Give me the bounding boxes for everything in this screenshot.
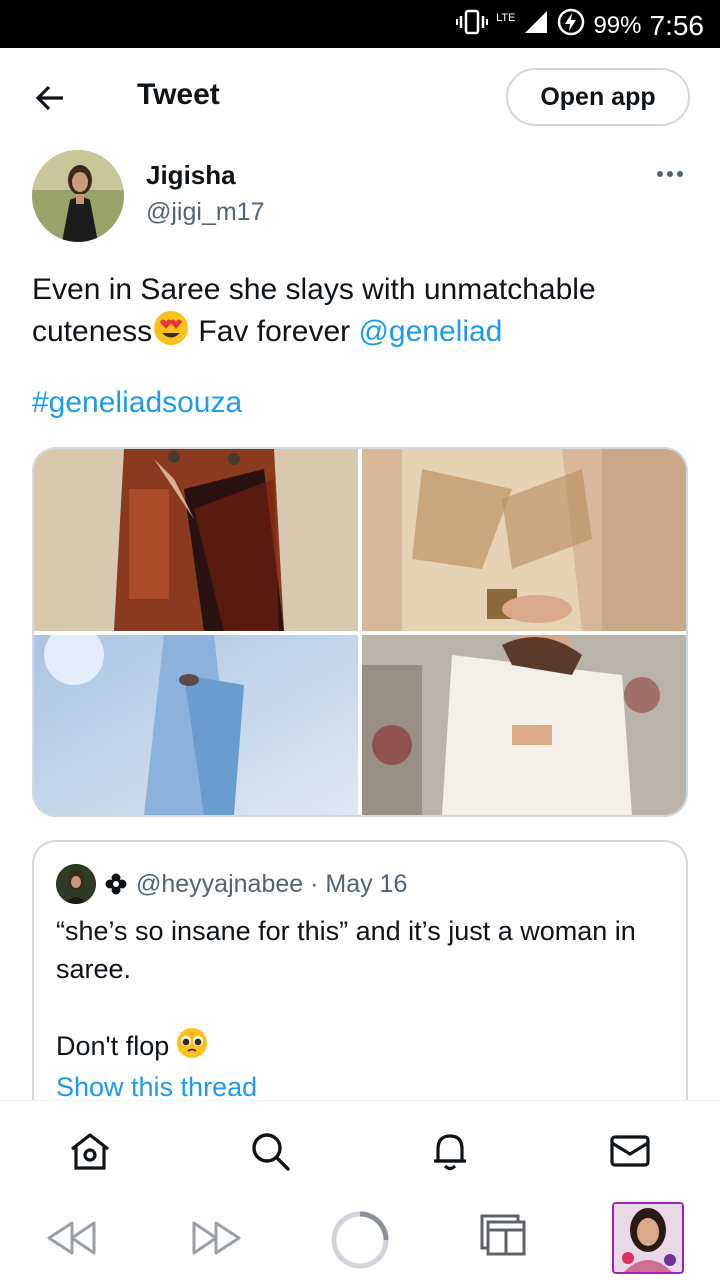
notifications-icon[interactable] [428,1129,472,1173]
mention-link[interactable]: @geneliad [358,315,502,348]
quoted-text-line2: Don't flop [56,1026,209,1070]
quoted-text-line1: “she’s so insane for this” and it’s just… [56,916,636,984]
signal-icon [523,9,549,42]
browser-navigation-bar [0,1196,720,1280]
status-bar: LTE 99% 7:56 [0,0,720,48]
quoted-author-avatar [56,864,96,904]
author-avatar[interactable] [32,150,124,242]
clock: 7:56 [649,9,705,41]
network-type: LTE [496,11,516,24]
tweet-text: Even in Saree she slays with unmatchable… [32,270,688,357]
profile-avatar[interactable] [612,1202,684,1274]
tweet-text-part2: Fav forever [190,314,359,348]
author-handle[interactable]: @jigi_m17 [146,198,264,227]
media-image-3[interactable] [34,635,358,815]
page-title: Tweet [137,78,220,111]
bottom-navigation [0,1100,720,1196]
quoted-handle-date: @heyyajnabee · May 16 [136,870,408,898]
home-icon[interactable] [68,1129,112,1173]
search-icon[interactable] [248,1129,292,1173]
more-dots-icon [657,171,683,177]
battery-charging-icon [557,8,585,43]
more-options-button[interactable] [652,162,688,186]
vibrate-icon [456,9,489,42]
tabs-icon[interactable] [478,1212,528,1263]
media-image-1[interactable] [34,449,358,631]
media-image-2[interactable] [362,449,686,631]
back-icon[interactable] [46,1220,98,1261]
author-name[interactable]: Jigisha [146,160,236,191]
show-thread-link[interactable]: Show this thread [56,1072,257,1103]
heart-eyes-emoji-icon [152,309,190,357]
hashtag-link[interactable]: #geneliadsouza [32,386,242,420]
tweet-media-grid [32,447,688,817]
media-image-4[interactable] [362,635,686,815]
flower-badge-icon [104,872,128,896]
messages-icon[interactable] [608,1129,652,1173]
reload-icon[interactable] [330,1210,390,1275]
quoted-text-line2-label: Don't flop [56,1031,170,1062]
open-app-button[interactable]: Open app [506,68,690,126]
pleading-face-emoji-icon [175,1026,209,1070]
back-button[interactable] [32,80,68,116]
forward-icon[interactable] [190,1220,242,1261]
quoted-tweet[interactable]: @heyyajnabee · May 16 “she’s so insane f… [32,840,688,1140]
page-header: Tweet Open app [0,48,720,148]
arrow-left-icon [35,85,63,111]
battery-level: 99% [593,11,642,39]
